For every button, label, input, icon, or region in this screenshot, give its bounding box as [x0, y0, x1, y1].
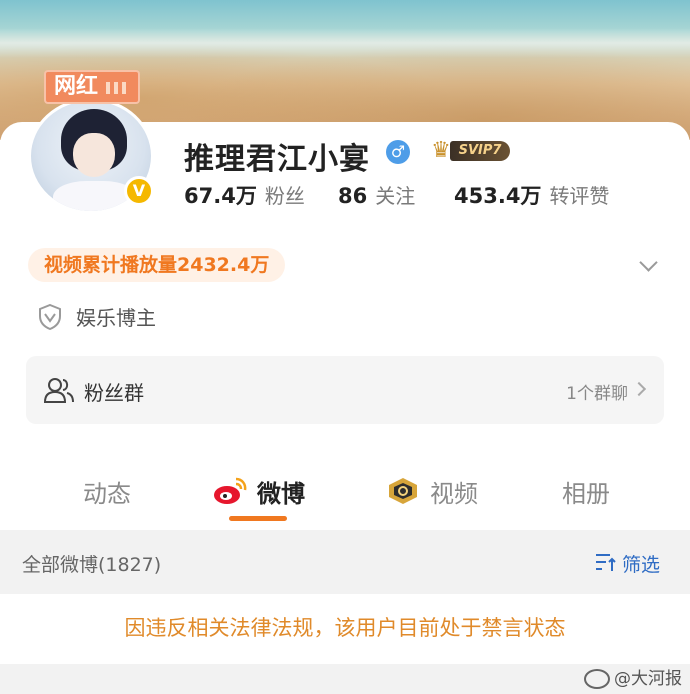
tab-album[interactable]: 相册	[562, 474, 610, 509]
weibo-mini-icon	[584, 669, 610, 689]
svip-label: SVIP7	[450, 141, 510, 161]
all-posts-count[interactable]: 全部微博(1827)	[22, 550, 161, 577]
stat-following-value: 86	[338, 184, 368, 208]
tab-dongtai[interactable]: 动态	[83, 474, 131, 509]
chevron-down-icon[interactable]	[640, 254, 660, 274]
stat-fans-label: 粉丝	[264, 184, 305, 208]
profile-name: 推理君江小宴	[184, 142, 370, 177]
fan-group-row[interactable]: 粉丝群 1个群聊	[26, 356, 664, 424]
weibo-logo-icon	[214, 477, 247, 504]
video-badge-icon	[389, 478, 417, 504]
filter-button[interactable]: 筛选	[622, 550, 660, 577]
tab-weibo[interactable]: 微博	[257, 474, 305, 509]
filter-bar: 全部微博(1827) 筛选	[0, 530, 690, 594]
stat-fans-value: 67.4万	[184, 184, 257, 208]
video-views-badge[interactable]: 视频累计播放量2432.4万	[28, 248, 286, 282]
watermark-text: @大河报	[614, 669, 682, 689]
male-gender-icon: ♂	[386, 140, 410, 164]
avatar[interactable]: V	[28, 98, 156, 218]
people-icon	[44, 378, 74, 403]
shield-icon	[39, 304, 61, 330]
filter-icon[interactable]	[594, 551, 616, 573]
stat-interactions[interactable]: 453.4万 转评赞	[454, 180, 609, 210]
watermark: @大河报	[584, 666, 682, 692]
fan-group-label: 粉丝群	[84, 381, 144, 405]
banner-wave	[0, 28, 690, 58]
stat-following[interactable]: 86 关注	[338, 180, 415, 209]
chevron-right-icon	[631, 381, 647, 397]
badge-decoration	[106, 82, 130, 94]
wanghong-label: 网红	[54, 74, 99, 99]
active-tab-indicator	[229, 516, 287, 521]
stat-interactions-label: 转评赞	[549, 184, 610, 208]
fan-group-count: 1个群聊	[566, 384, 628, 404]
banned-notice: 因违反相关法律法规，该用户目前处于禁言状态	[0, 594, 690, 664]
verified-icon: V	[124, 176, 154, 206]
stat-following-label: 关注	[375, 184, 416, 208]
stat-interactions-value: 453.4万	[454, 184, 542, 208]
tab-video[interactable]: 视频	[430, 474, 478, 509]
wanghong-badge: 网红	[44, 70, 140, 104]
stat-fans[interactable]: 67.4万 粉丝	[184, 180, 305, 210]
svip-badge[interactable]: ♛ SVIP7	[424, 138, 510, 164]
category-label: 娱乐博主	[76, 306, 156, 330]
avatar-face	[73, 133, 115, 177]
